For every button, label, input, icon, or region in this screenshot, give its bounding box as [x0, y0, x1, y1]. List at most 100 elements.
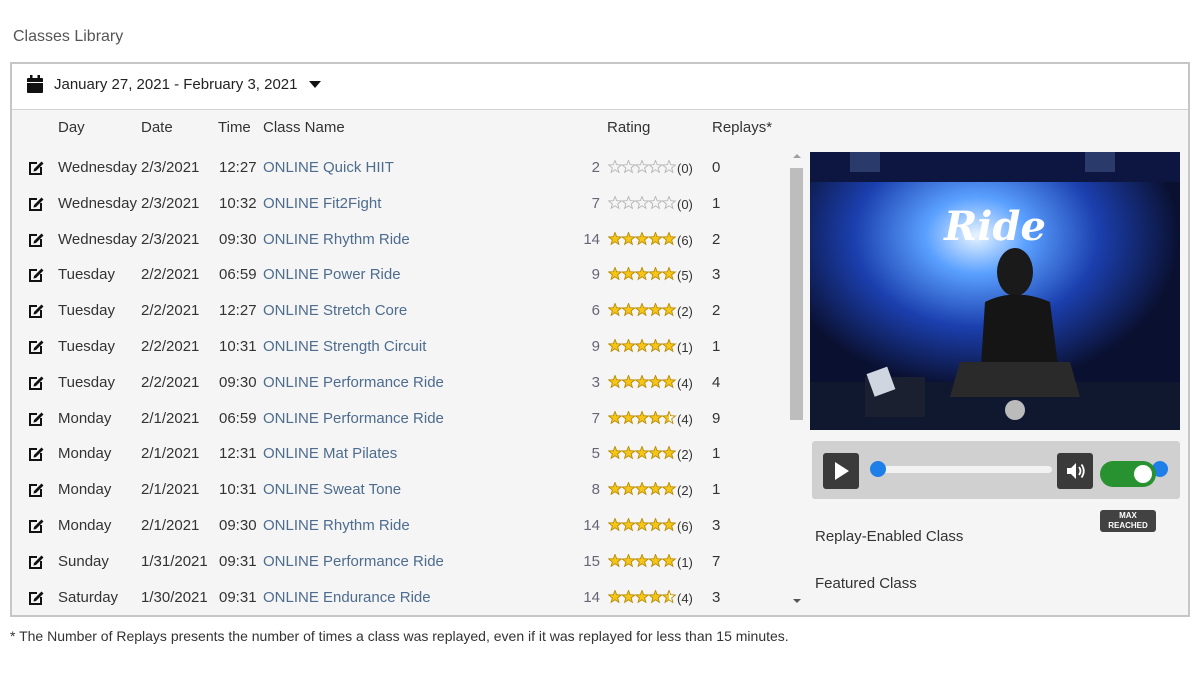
edit-icon[interactable] — [26, 516, 46, 536]
edit-icon[interactable] — [26, 444, 46, 464]
edit-icon[interactable] — [26, 552, 46, 572]
toggle-knob — [1134, 465, 1152, 483]
cell-time: 12:31 — [219, 445, 257, 463]
cell-rating-count: (1) — [677, 340, 693, 355]
cell-attendance-count: 14 — [583, 588, 600, 606]
cell-attendance-count: 2 — [591, 159, 600, 176]
cell-class-name-link[interactable]: ONLINE Endurance Ride — [263, 589, 431, 606]
header-time[interactable]: Time — [218, 119, 251, 136]
cell-class-name-link[interactable]: ONLINE Performance Ride — [263, 410, 444, 427]
table-row[interactable]: Tuesday 2/2/2021 06:59 ONLINE Power Ride 9 (5… — [12, 257, 788, 293]
edit-icon[interactable] — [26, 265, 46, 285]
edit-icon[interactable] — [26, 337, 46, 357]
cell-attendance-count: 7 — [591, 409, 600, 427]
table-row[interactable]: Tuesday 2/2/2021 10:31 ONLINE Strength Circ… — [12, 329, 788, 365]
star-rating-icon — [607, 552, 678, 572]
table-row[interactable]: Saturday 1/30/2021 09:31 ONLINE Endurance R… — [12, 580, 788, 611]
edit-icon[interactable] — [26, 194, 46, 214]
replay-enabled-toggle[interactable] — [1100, 461, 1156, 487]
cell-rating-count: (6) — [677, 232, 693, 248]
edit-icon[interactable] — [26, 588, 46, 608]
star-rating-icon — [607, 517, 678, 536]
cell-day: Tuesday — [58, 338, 115, 355]
edit-icon[interactable] — [26, 158, 46, 178]
cell-day: Tuesday — [58, 302, 115, 320]
cell-class-name-link[interactable]: ONLINE Rhythm Ride — [263, 517, 410, 534]
cell-time: 10:31 — [219, 481, 257, 499]
header-class-name[interactable]: Class Name — [263, 119, 345, 136]
cell-day: Wednesday — [58, 230, 137, 248]
header-day[interactable]: Day — [58, 119, 85, 136]
video-preview[interactable]: Ride — [810, 152, 1180, 430]
play-button[interactable] — [823, 453, 859, 489]
cell-time: 09:31 — [219, 552, 257, 570]
star-rating-icon — [607, 230, 678, 250]
cell-class-name-link[interactable]: ONLINE Performance Ride — [263, 374, 444, 391]
cell-attendance-count: 7 — [591, 194, 600, 212]
table-row[interactable]: Monday 2/1/2021 10:31 ONLINE Sweat Tone 8 (2)… — [12, 472, 788, 508]
cell-date: 2/3/2021 — [141, 159, 200, 176]
table-row[interactable]: Wednesday 2/3/2021 12:27 ONLINE Quick HIIT 2… — [12, 150, 788, 186]
cell-class-name-link[interactable]: ONLINE Sweat Tone — [263, 481, 401, 498]
cell-day: Sunday — [58, 552, 109, 570]
date-range-label: January 27, 2021 - February 3, 2021 — [54, 76, 298, 93]
star-rating-icon — [607, 159, 678, 178]
cell-class-name-link[interactable]: ONLINE Rhythm Ride — [263, 231, 410, 248]
cell-class-name-link[interactable]: ONLINE Quick HIIT — [263, 159, 394, 176]
header-date[interactable]: Date — [141, 119, 173, 136]
cell-day: Tuesday — [58, 266, 115, 284]
progress-handle[interactable] — [870, 461, 886, 477]
star-rating-icon — [607, 338, 678, 357]
cell-class-name-link[interactable]: ONLINE Mat Pilates — [263, 445, 397, 462]
cell-day: Wednesday — [58, 159, 137, 176]
table-row[interactable]: Tuesday 2/2/2021 09:30 ONLINE Performance R… — [12, 365, 788, 401]
replay-enabled-label: Replay-Enabled Class — [815, 528, 964, 545]
speaker-icon — [1067, 463, 1085, 479]
table-row[interactable]: Monday 2/1/2021 06:59 ONLINE Performance Ri… — [12, 401, 788, 437]
cell-class-name-link[interactable]: ONLINE Stretch Core — [263, 302, 407, 319]
badge-line-2: REACHED — [1108, 521, 1148, 530]
cell-attendance-count: 14 — [583, 517, 600, 534]
table-row[interactable]: Monday 2/1/2021 12:31 ONLINE Mat Pilates 5 (2… — [12, 436, 788, 472]
table-row[interactable]: Monday 2/1/2021 09:30 ONLINE Rhythm Ride 14 (… — [12, 508, 788, 544]
edit-icon[interactable] — [26, 230, 46, 250]
cell-day: Monday — [58, 481, 112, 499]
table-row[interactable]: Wednesday 2/3/2021 09:30 ONLINE Rhythm Ride… — [12, 222, 788, 258]
table-row[interactable]: Wednesday 2/3/2021 10:32 ONLINE Fit2Fight 7 (… — [12, 186, 788, 222]
cell-date: 2/1/2021 — [141, 409, 200, 427]
cell-class-name-link[interactable]: ONLINE Power Ride — [263, 266, 401, 283]
cell-attendance-count: 6 — [591, 302, 600, 320]
cell-class-name-link[interactable]: ONLINE Strength Circuit — [263, 338, 426, 355]
cell-time: 09:30 — [219, 517, 257, 534]
cell-attendance-count: 15 — [583, 552, 600, 570]
progress-slider[interactable] — [870, 461, 1052, 477]
cell-rating-count: (0) — [677, 161, 693, 176]
page-title: Classes Library — [13, 28, 124, 45]
cell-class-name-link[interactable]: ONLINE Performance Ride — [263, 553, 444, 570]
cell-date: 2/2/2021 — [141, 302, 200, 320]
cell-time: 12:27 — [219, 302, 257, 320]
scroll-down-arrow-icon[interactable] — [791, 596, 803, 606]
edit-icon[interactable] — [26, 409, 46, 429]
cell-date: 2/3/2021 — [141, 194, 200, 212]
header-replays[interactable]: Replays* — [712, 119, 772, 136]
cell-day: Monday — [58, 409, 112, 427]
header-rating[interactable]: Rating — [607, 119, 650, 136]
table-row[interactable]: Tuesday 2/2/2021 12:27 ONLINE Stretch Core 6… — [12, 293, 788, 329]
cell-replays: 1 — [712, 338, 721, 355]
cell-rating-count: (4) — [677, 375, 693, 391]
edit-icon[interactable] — [26, 480, 46, 500]
edit-icon[interactable] — [26, 373, 46, 393]
scroll-up-arrow-icon[interactable] — [791, 151, 803, 161]
scrollbar-thumb[interactable] — [790, 168, 803, 420]
edit-icon[interactable] — [26, 301, 46, 321]
table-row[interactable]: Sunday 1/31/2021 09:31 ONLINE Performance R… — [12, 544, 788, 580]
cell-class-name-link[interactable]: ONLINE Fit2Fight — [263, 195, 381, 212]
cell-time: 12:27 — [219, 159, 257, 176]
volume-button[interactable] — [1057, 453, 1093, 489]
star-rating-icon — [607, 445, 678, 464]
cell-replays: 2 — [712, 230, 721, 248]
cell-replays: 3 — [712, 266, 721, 284]
cell-replays: 3 — [712, 588, 721, 606]
date-range-dropdown[interactable]: January 27, 2021 - February 3, 2021 — [26, 75, 321, 94]
